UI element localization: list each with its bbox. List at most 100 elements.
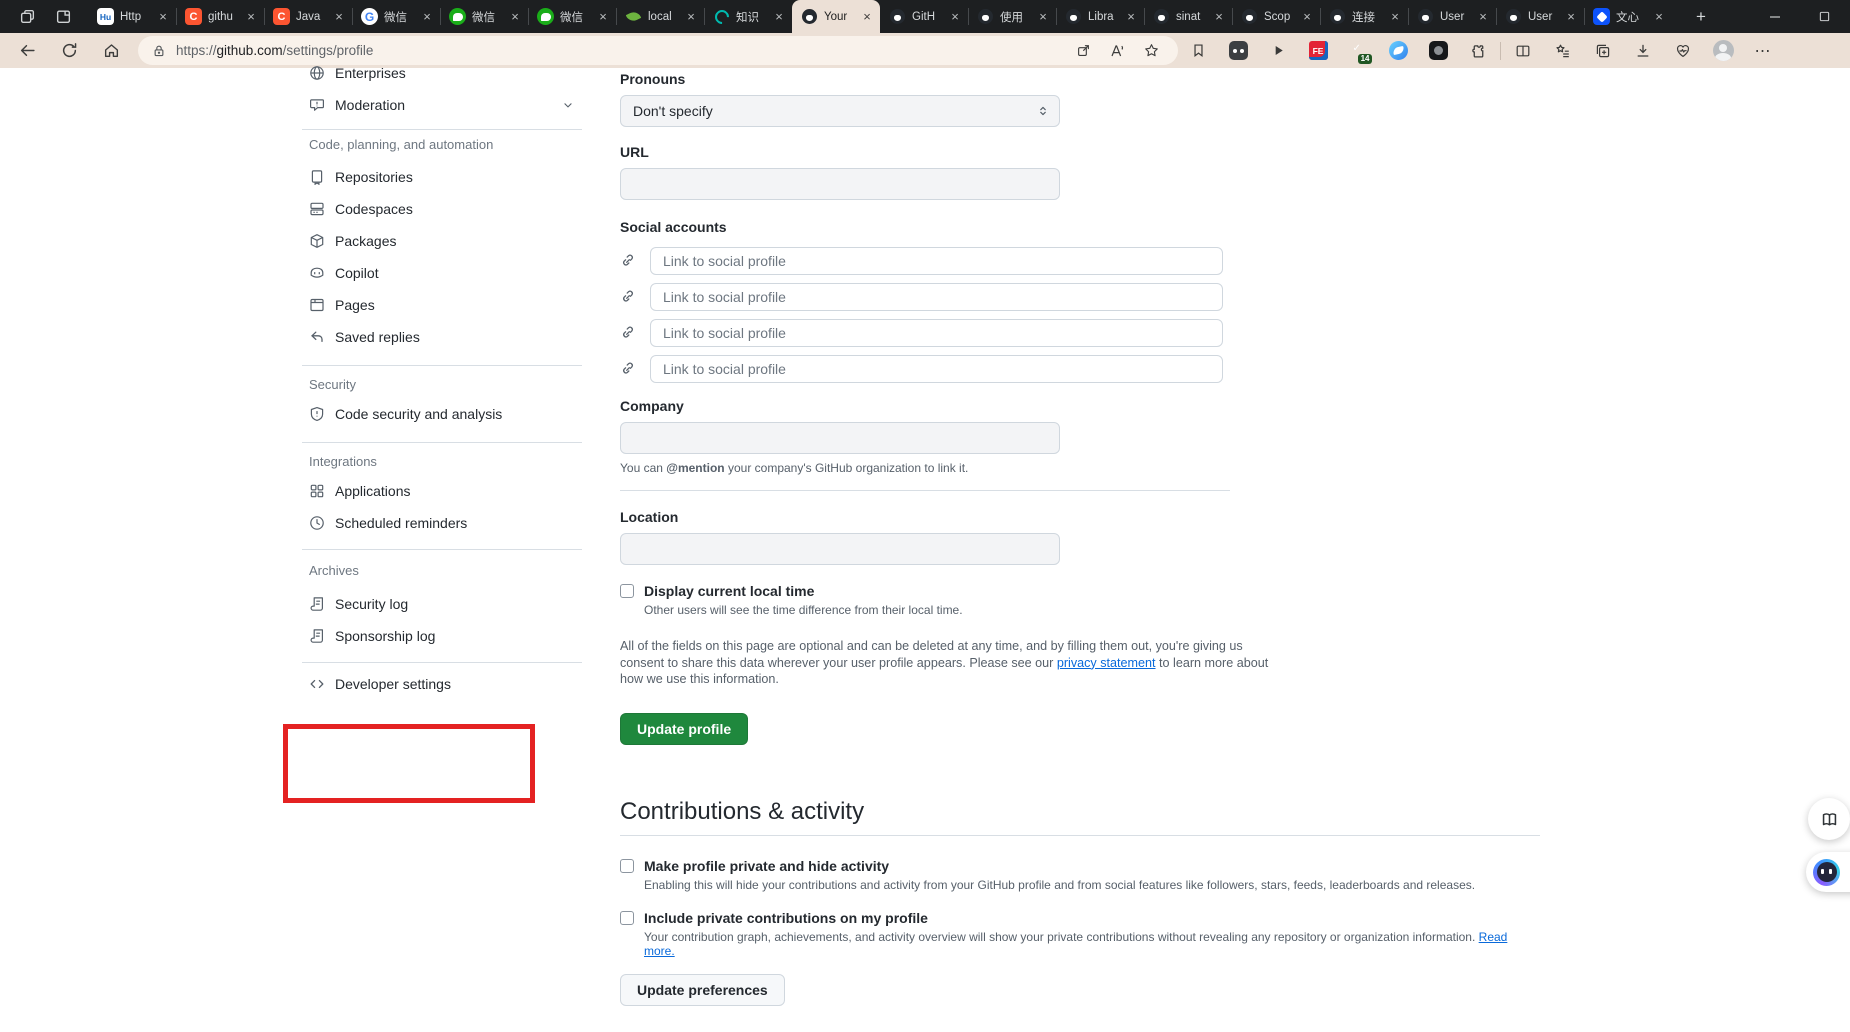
new-tab-button[interactable]: +	[1686, 4, 1716, 30]
tab-title: Your	[824, 10, 848, 23]
social-profile-input[interactable]	[650, 283, 1223, 311]
read-aloud-icon[interactable]	[1100, 38, 1134, 64]
tab-close-icon[interactable]: ×	[332, 10, 346, 23]
sidebar-item-scheduled-reminders[interactable]: Scheduled reminders	[302, 507, 582, 539]
browser-tab[interactable]: 微信 ×	[440, 0, 528, 33]
browser-tab[interactable]: githu ×	[176, 0, 264, 33]
social-profile-input[interactable]	[650, 355, 1223, 383]
sidebar-item-saved-replies[interactable]: Saved replies	[302, 321, 582, 353]
local-time-checkbox[interactable]	[620, 584, 634, 598]
social-profile-input[interactable]	[650, 319, 1223, 347]
browser-tab[interactable]: GitH ×	[880, 0, 968, 33]
location-input[interactable]	[620, 533, 1060, 565]
browser-tab[interactable]: Http ×	[88, 0, 176, 33]
tab-close-icon[interactable]: ×	[244, 10, 258, 23]
tab-close-icon[interactable]: ×	[860, 10, 874, 23]
tab-close-icon[interactable]: ×	[772, 10, 786, 23]
browser-tab[interactable]: Your ×	[792, 0, 880, 33]
reading-list-float-button[interactable]	[1808, 798, 1850, 840]
sidebar-item-packages[interactable]: Packages	[302, 225, 582, 257]
sidebar-item-code-security[interactable]: Code security and analysis	[302, 398, 582, 430]
workspaces-icon[interactable]	[16, 6, 38, 28]
back-button[interactable]	[6, 36, 48, 66]
split-screen-icon[interactable]	[1503, 36, 1543, 66]
company-input[interactable]	[620, 422, 1060, 454]
social-accounts-label: Social accounts	[620, 219, 727, 235]
share-icon[interactable]	[1066, 38, 1100, 64]
reading-list-extension-icon[interactable]	[1218, 36, 1258, 66]
fe-extension-icon[interactable]: FE	[1298, 36, 1338, 66]
window-minimize-button[interactable]	[1752, 0, 1798, 33]
shield-extension-icon[interactable]: 14	[1338, 36, 1378, 66]
tab-close-icon[interactable]: ×	[1652, 10, 1666, 23]
tab-close-icon[interactable]: ×	[1388, 10, 1402, 23]
tab-title: 连接	[1352, 11, 1375, 24]
sidebar-item-codespaces[interactable]: Codespaces	[302, 193, 582, 225]
sidebar-item-applications[interactable]: Applications	[302, 475, 582, 507]
social-profile-input[interactable]	[650, 247, 1223, 275]
pronouns-select[interactable]: Don't specify	[620, 95, 1060, 127]
dark-extension-icon[interactable]	[1418, 36, 1458, 66]
play-extension-icon[interactable]	[1258, 36, 1298, 66]
ai-assistant-icon	[1813, 858, 1840, 886]
tab-title: 使用	[1000, 11, 1023, 24]
tab-close-icon[interactable]: ×	[948, 10, 962, 23]
address-bar[interactable]: https://github.com/settings/profile	[138, 36, 1178, 65]
browser-tab[interactable]: local ×	[616, 0, 704, 33]
browser-tab[interactable]: 连接 ×	[1320, 0, 1408, 33]
apps-icon	[309, 483, 325, 499]
sidebar-item-developer-settings[interactable]: Developer settings	[302, 668, 582, 700]
private-profile-checkbox[interactable]	[620, 858, 634, 873]
tab-close-icon[interactable]: ×	[420, 10, 434, 23]
privacy-statement-link[interactable]: privacy statement	[1057, 656, 1156, 670]
sidebar-item-sponsorship-log[interactable]: Sponsorship log	[302, 620, 582, 652]
window-maximize-button[interactable]	[1798, 0, 1850, 33]
profile-avatar[interactable]	[1703, 36, 1743, 66]
browser-tab[interactable]: 知识 ×	[704, 0, 792, 33]
favorites-list-icon[interactable]	[1543, 36, 1583, 66]
private-profile-label: Make profile private and hide activity	[644, 857, 890, 874]
tab-close-icon[interactable]: ×	[1300, 10, 1314, 23]
tab-close-icon[interactable]: ×	[1036, 10, 1050, 23]
sidebar-item-repositories[interactable]: Repositories	[302, 161, 582, 193]
favorite-star-icon[interactable]	[1134, 38, 1168, 64]
sidebar-item-pages[interactable]: Pages	[302, 289, 582, 321]
tab-close-icon[interactable]: ×	[156, 10, 170, 23]
tab-close-icon[interactable]: ×	[596, 10, 610, 23]
browser-tab[interactable]: Libra ×	[1056, 0, 1144, 33]
refresh-button[interactable]	[48, 36, 90, 66]
browser-tab[interactable]: User ×	[1496, 0, 1584, 33]
browser-essentials-icon[interactable]	[1663, 36, 1703, 66]
browser-tab[interactable]: sinat ×	[1144, 0, 1232, 33]
bookmark-extension-icon[interactable]	[1178, 36, 1218, 66]
sidebar-item-moderation[interactable]: Moderation	[302, 89, 582, 121]
tab-close-icon[interactable]: ×	[1476, 10, 1490, 23]
browser-tab[interactable]: 使用 ×	[968, 0, 1056, 33]
sidebar-item-security-log[interactable]: Security log	[302, 588, 582, 620]
tab-close-icon[interactable]: ×	[684, 10, 698, 23]
sidebar-item-copilot[interactable]: Copilot	[302, 257, 582, 289]
browser-tab[interactable]: Java ×	[264, 0, 352, 33]
browser-tab[interactable]: 微信 ×	[352, 0, 440, 33]
browser-tab[interactable]: 文心 ×	[1584, 0, 1672, 33]
browser-tab[interactable]: 微信 ×	[528, 0, 616, 33]
update-preferences-button[interactable]: Update preferences	[620, 973, 785, 1006]
url-input[interactable]	[620, 168, 1060, 200]
update-profile-button[interactable]: Update profile	[620, 712, 749, 745]
extensions-puzzle-icon[interactable]	[1458, 36, 1498, 66]
settings-menu-icon[interactable]: ⋯	[1743, 36, 1783, 66]
browser-tab[interactable]: User ×	[1408, 0, 1496, 33]
ai-assistant-float-button[interactable]	[1806, 852, 1850, 892]
tab-close-icon[interactable]: ×	[1124, 10, 1138, 23]
downloads-icon[interactable]	[1623, 36, 1663, 66]
tab-close-icon[interactable]: ×	[1564, 10, 1578, 23]
browser-tab[interactable]: Scop ×	[1232, 0, 1320, 33]
sidebar-item-enterprises[interactable]: Enterprises	[302, 57, 582, 89]
bird-extension-icon[interactable]	[1378, 36, 1418, 66]
private-contributions-checkbox[interactable]	[620, 910, 634, 925]
home-button[interactable]	[90, 36, 132, 66]
tab-close-icon[interactable]: ×	[508, 10, 522, 23]
collections-icon[interactable]	[1583, 36, 1623, 66]
tab-close-icon[interactable]: ×	[1212, 10, 1226, 23]
tab-actions-icon[interactable]	[52, 6, 74, 28]
